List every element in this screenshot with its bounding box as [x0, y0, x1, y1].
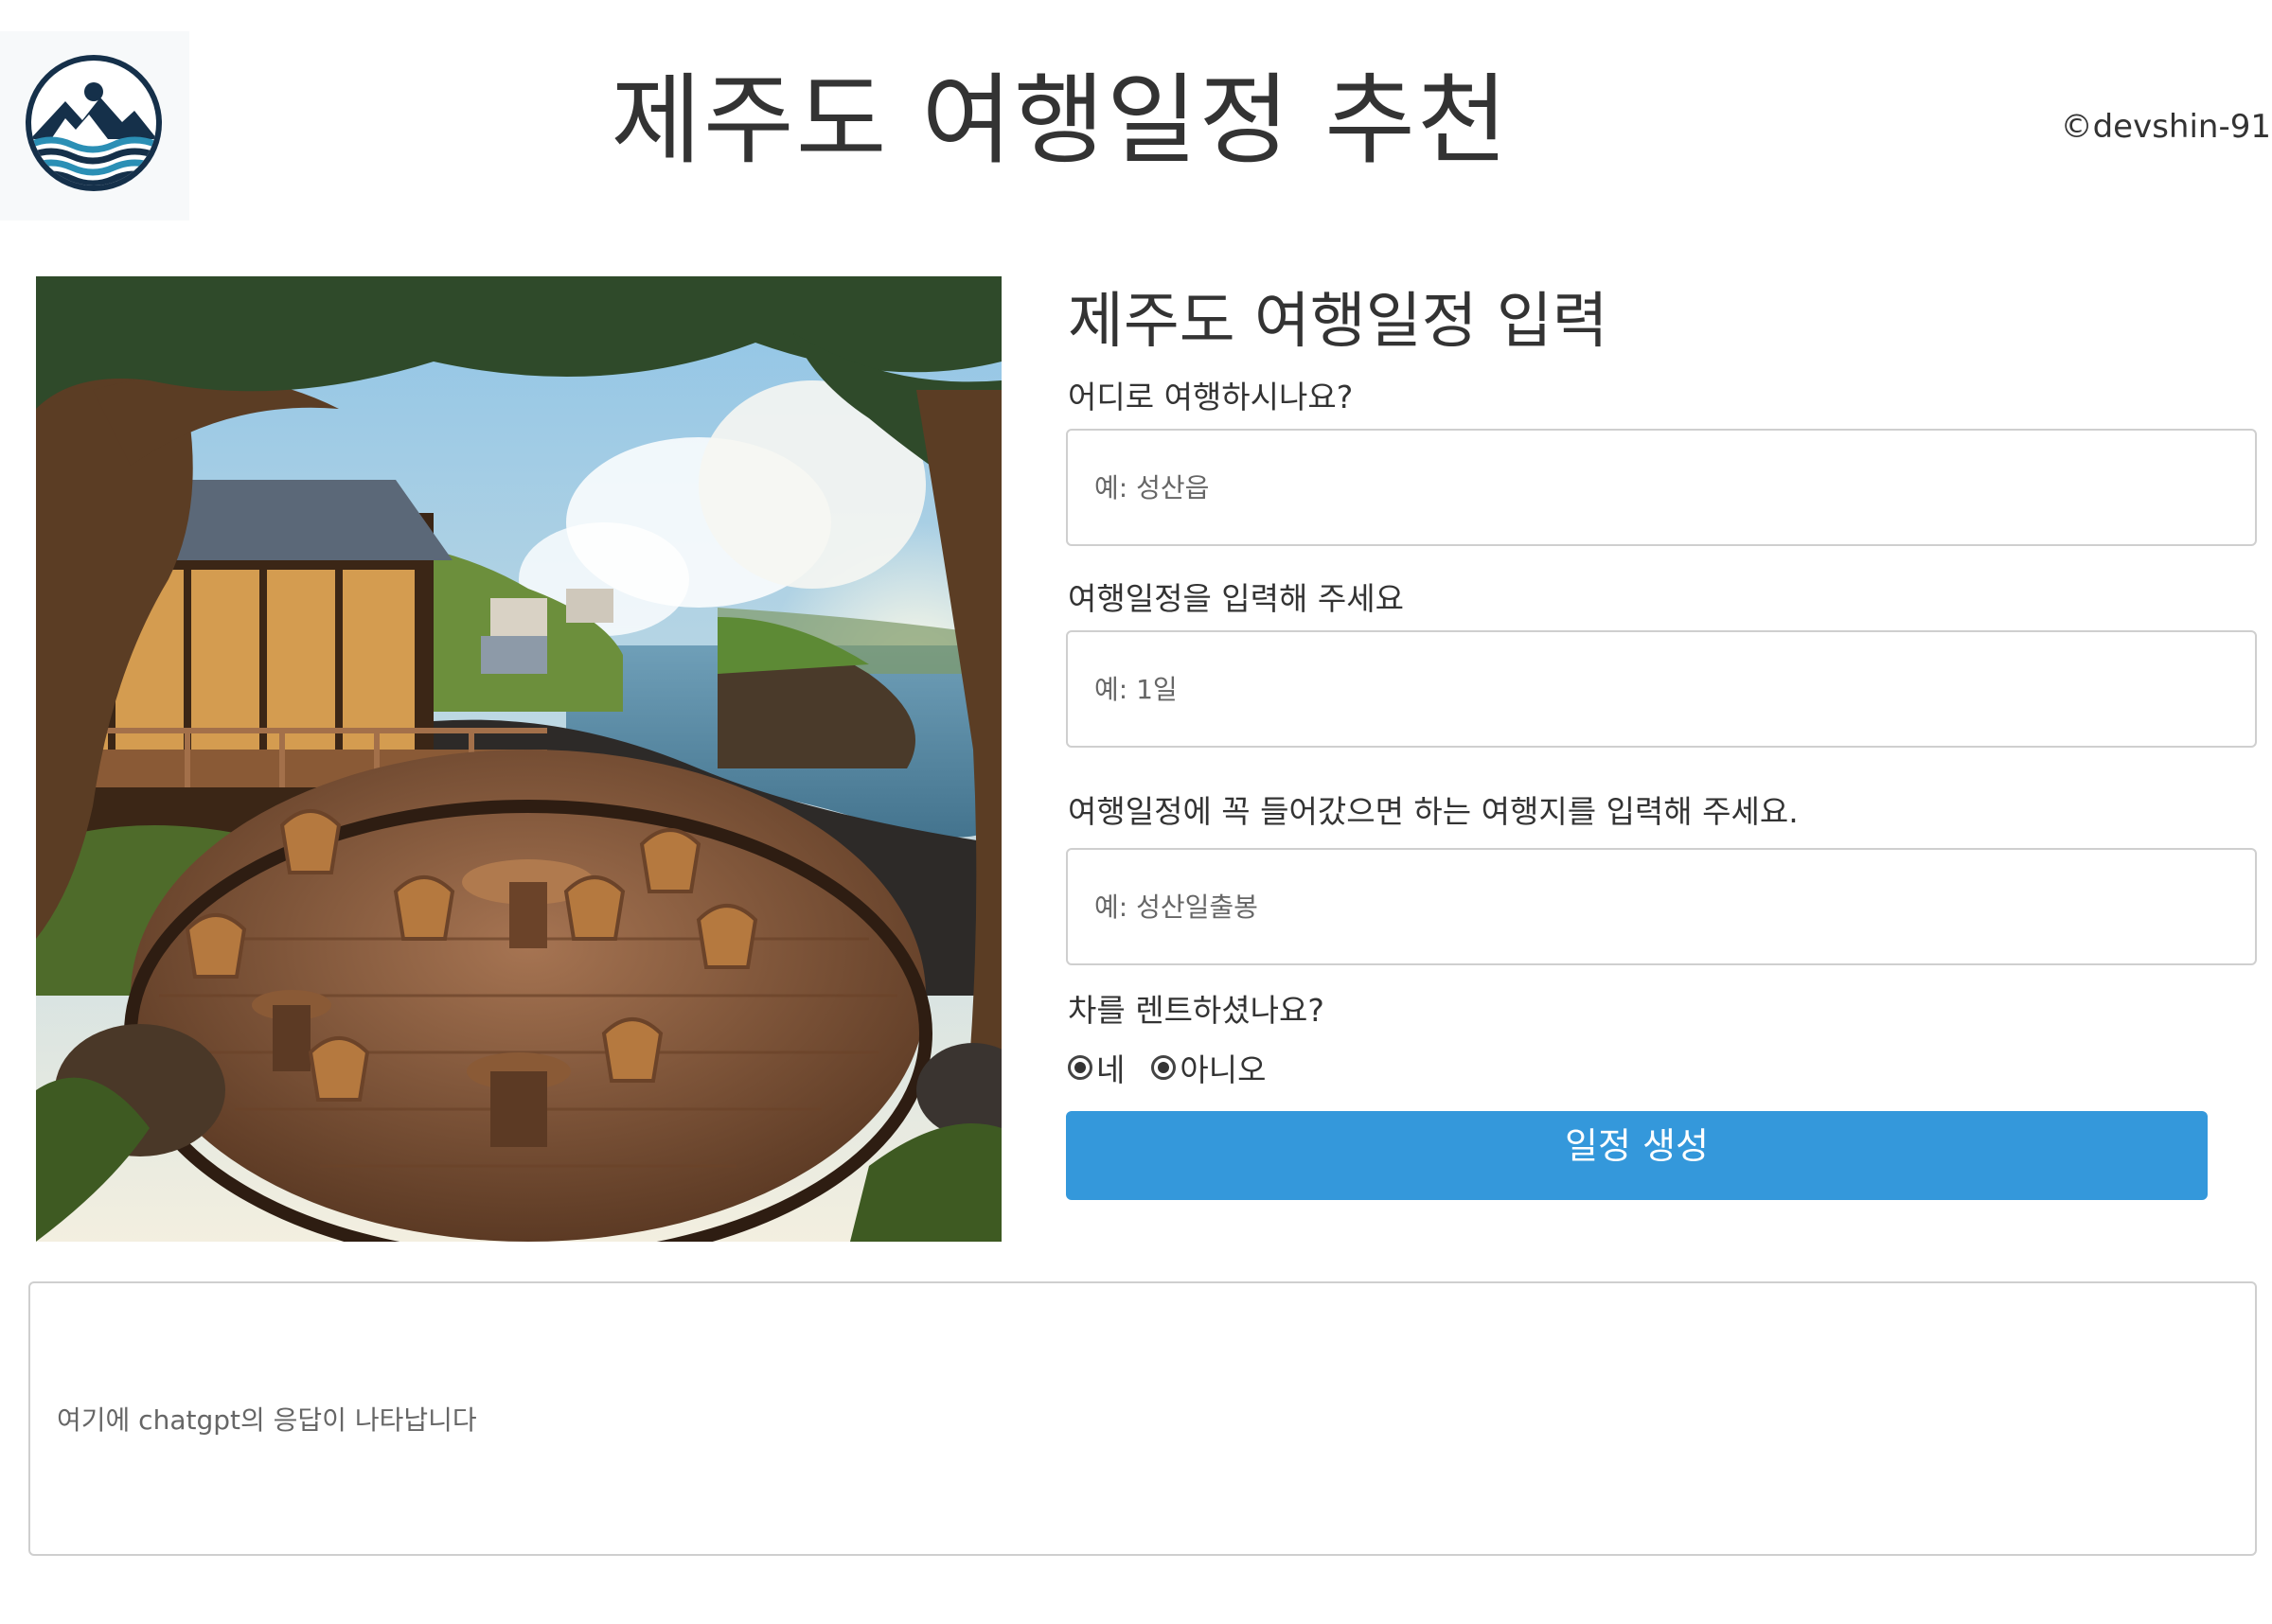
radio-button-no[interactable] — [1151, 1055, 1177, 1080]
chatgpt-response-area[interactable]: 여기에 chatgpt의 응답이 나타납니다 — [28, 1281, 2257, 1556]
hero-image — [36, 276, 1002, 1242]
radio-option-yes[interactable]: 네 — [1068, 1045, 1125, 1090]
radio-dot — [1158, 1062, 1170, 1073]
duration-input[interactable] — [1066, 630, 2257, 748]
duration-label: 여행일정을 입력해 주세요 — [1068, 580, 1404, 617]
destination-input[interactable] — [1066, 429, 2257, 546]
page: 제주도 여행일정 추천 ©devshin-91 제주도 여행일정 입력 어디로 … — [0, 0, 2272, 1624]
must-visit-label: 여행일정에 꼭 들어갔으면 하는 여행지를 입력해 주세요. — [1068, 793, 1799, 830]
copyright-text: ©devshin-91 — [2060, 108, 2271, 146]
must-visit-input[interactable] — [1066, 848, 2257, 965]
radio-label-no: 아니오 — [1180, 1051, 1267, 1088]
car-rental-radio-group: 네 아니오 — [1068, 1046, 1292, 1089]
form-title: 제주도 여행일정 입력 — [1068, 287, 1608, 357]
page-title: 제주도 여행일정 추천 — [611, 62, 1510, 178]
generate-schedule-button-label: 일정 생성 — [1565, 1125, 1709, 1167]
car-rental-label: 차를 렌트하셨나요? — [1068, 992, 1324, 1029]
destination-label: 어디로 여행하시나요? — [1068, 379, 1354, 415]
response-placeholder: 여기에 chatgpt의 응답이 나타납니다 — [57, 1404, 477, 1436]
seaside-cafe-terrace-illustration — [36, 276, 1002, 1242]
radio-dot — [1074, 1062, 1086, 1073]
generate-schedule-button[interactable]: 일정 생성 — [1066, 1111, 2208, 1200]
radio-label-yes: 네 — [1096, 1051, 1126, 1088]
radio-button-yes[interactable] — [1068, 1055, 1092, 1080]
radio-option-no[interactable]: 아니오 — [1151, 1045, 1266, 1090]
